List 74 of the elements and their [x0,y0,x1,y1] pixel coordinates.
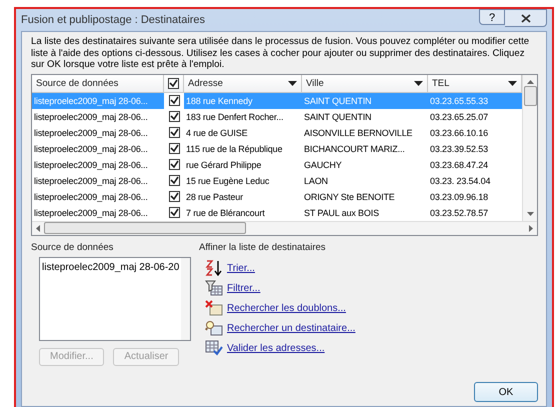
group-label: Source de données [31,242,114,252]
checkbox[interactable] [168,78,179,88]
checkbox[interactable] [168,175,180,186]
table-cell[interactable]: 7 rue de Blérancourt [184,204,302,220]
table-cell[interactable]: 115 rue de la République [184,140,302,156]
data-source-list[interactable]: listeproelec2009_maj 28-06-20 [39,256,191,340]
table-cell[interactable]: 28 rue Pasteur [184,188,302,204]
table-cell[interactable]: GAUCHY [302,156,428,172]
table-cell[interactable]: 4 rue de GUISE [184,124,302,140]
column-header[interactable]: Adresse [184,74,302,92]
action-link[interactable]: Valider les adresses... [227,342,325,354]
table-cell[interactable]: AISONVILLE BERNOVILLE [302,124,428,140]
checkbox[interactable] [168,207,180,218]
table-cell[interactable]: 15 rue Eugène Leduc [184,172,302,188]
table-cell[interactable]: listeproelec2009_maj 28-06... [32,156,164,172]
vertical-scrollbar[interactable] [522,74,537,220]
checkbox[interactable] [168,159,180,170]
checkbox[interactable] [168,127,180,138]
table-cell[interactable]: 03.23.39.52.53 [428,140,522,156]
list-item[interactable]: listeproelec2009_maj 28-06-20 [40,258,182,276]
table-cell[interactable]: listeproelec2009_maj 28-06... [32,124,164,140]
table-cell[interactable]: ORIGNY Ste BENOITE [302,188,428,204]
action-link[interactable]: Rechercher les doublons... [227,302,346,314]
checkbox[interactable] [168,191,180,202]
dropdown-arrow-icon[interactable] [414,80,423,86]
action-link[interactable]: Rechercher un destinataire... [227,322,356,334]
validate-icon [205,340,223,356]
table-cell[interactable]: 03.23.66.10.16 [428,124,522,140]
ok-button[interactable]: OK [474,382,538,402]
table-cell[interactable]: listeproelec2009_maj 28-06... [32,108,164,124]
table-cell[interactable]: ST PAUL aux BOIS [302,204,428,220]
scroll-right-icon[interactable] [529,224,533,232]
table-cell[interactable]: 03.23. 23.54.04 [428,172,522,188]
help-button[interactable]: ? [479,9,505,25]
close-icon[interactable] [520,14,530,22]
find-icon [205,320,223,336]
duplicates-icon [205,300,223,316]
table-cell[interactable]: LAON [302,172,428,188]
table-cell[interactable]: BICHANCOURT MARIZ... [302,140,428,156]
scroll-up-icon[interactable] [526,80,534,84]
dropdown-arrow-icon[interactable] [288,80,297,86]
checkbox[interactable] [168,111,180,122]
checkbox[interactable] [168,95,180,106]
list-scrollbar[interactable] [181,258,190,340]
scroll-thumb[interactable] [44,222,246,234]
column-header[interactable] [164,74,184,92]
group-label: Affiner la liste de destinataires [199,242,327,252]
table-cell[interactable]: 03.23.52.78.57 [428,204,522,220]
column-header[interactable]: Ville [302,74,428,92]
instructions-text: La liste des destinataires suivante sera utilisée dans le processus de fusion. Vous pouvez compléter ou modifier cette liste à l'aide des options ci-dessous. Utilisez les cases à cocher pour ajouter ou supprimer des destinataires. Cliquez sur OK lorsque votre liste est prête à l'emploi. [31,36,530,70]
table-cell[interactable]: listeproelec2009_maj 28-06... [32,140,164,156]
close-button[interactable] [505,9,547,27]
table-cell[interactable]: listeproelec2009_maj 28-06... [32,172,164,188]
column-header[interactable]: Source de données [32,74,164,92]
filter-icon [205,280,223,296]
action-link[interactable]: Trier... [227,262,255,274]
scroll-left-icon[interactable] [36,224,40,232]
checkbox[interactable] [168,143,180,154]
table-cell[interactable]: 03.23.68.47.24 [428,156,522,172]
scroll-thumb[interactable] [524,86,536,106]
scroll-down-icon[interactable] [526,212,534,216]
table-cell[interactable]: 03.23.65.25.07 [428,108,522,124]
column-header[interactable]: TEL [428,74,522,92]
action-link[interactable]: Filtrer... [227,282,260,294]
dropdown-arrow-icon[interactable] [508,80,517,86]
window-title: Fusion et publipostage : Destinataires [21,14,206,26]
table-cell[interactable]: 03.23.09.96.18 [428,188,522,204]
table-cell[interactable]: 183 rue Denfert Rocher... [184,108,302,124]
table-cell[interactable]: rue Gérard Philippe [184,156,302,172]
table-cell[interactable]: listeproelec2009_maj 28-06... [32,188,164,204]
sort-icon [205,260,223,276]
table-cell[interactable]: SAINT QUENTIN [302,108,428,124]
horizontal-scrollbar[interactable] [32,220,537,234]
table-cell[interactable]: listeproelec2009_maj 28-06... [32,204,164,220]
